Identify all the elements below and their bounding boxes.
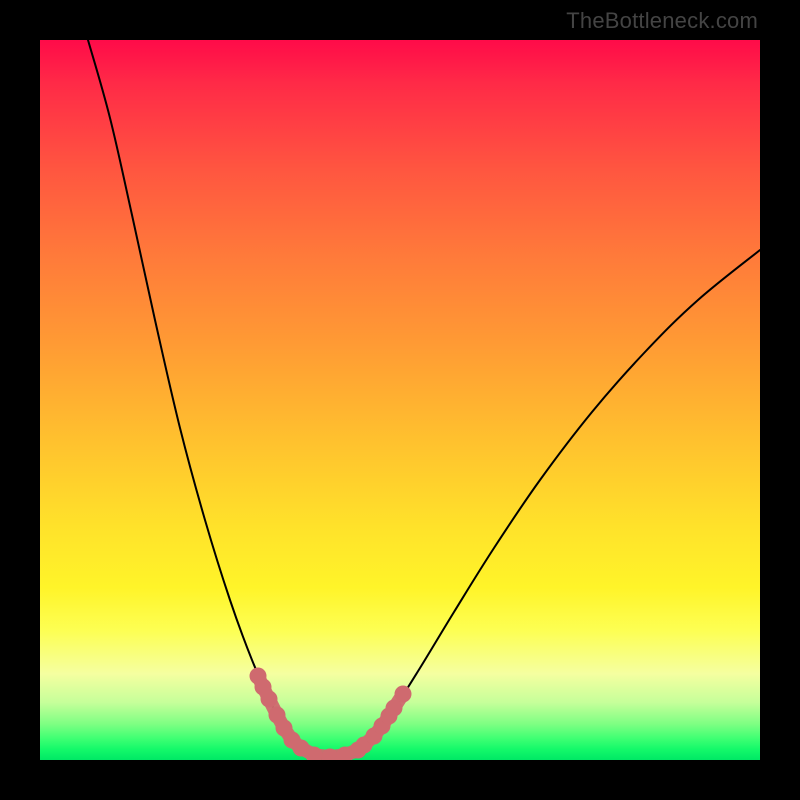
attribution-label: TheBottleneck.com xyxy=(566,8,758,34)
plot-area xyxy=(40,40,760,760)
bottleneck-curve xyxy=(88,40,760,758)
chart-svg xyxy=(40,40,760,760)
chart-frame: TheBottleneck.com xyxy=(0,0,800,800)
marker-dot xyxy=(395,686,412,703)
marker-dot xyxy=(386,700,403,717)
marker-dot xyxy=(261,691,278,708)
